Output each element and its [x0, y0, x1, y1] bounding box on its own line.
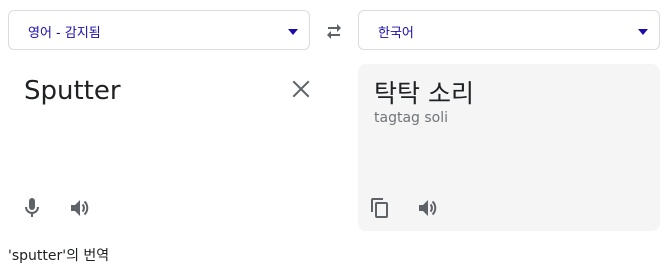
- swap-arrows-icon: [327, 24, 341, 39]
- close-icon: [292, 80, 310, 98]
- target-listen-button[interactable]: [416, 196, 440, 220]
- chevron-down-icon: [288, 29, 298, 35]
- target-panel: 탁탁 소리 tagtag soli: [358, 64, 660, 231]
- clear-source-button[interactable]: [288, 76, 314, 102]
- chevron-down-icon: [638, 29, 648, 35]
- target-language-select[interactable]: 한국어: [358, 10, 660, 50]
- source-panel: Sputter: [8, 64, 318, 232]
- translation-of-label: 'sputter'의 번역: [8, 248, 110, 264]
- source-text-input[interactable]: Sputter: [24, 76, 121, 106]
- copy-icon: [371, 198, 388, 218]
- speaker-icon: [71, 200, 89, 216]
- source-language-label: 영어 - 감지됨: [28, 26, 101, 41]
- speaker-icon: [419, 200, 437, 216]
- microphone-icon: [25, 198, 39, 217]
- translation-widget: 영어 - 감지됨 한국어 Sputter 탁탁 소리 tagtag soli '…: [0, 0, 663, 269]
- transliteration-text: tagtag soli: [374, 110, 448, 126]
- target-language-label: 한국어: [378, 26, 414, 41]
- translation-text: 탁탁 소리: [374, 79, 474, 108]
- source-language-select[interactable]: 영어 - 감지됨: [8, 10, 310, 50]
- microphone-button[interactable]: [20, 196, 44, 220]
- swap-languages-button[interactable]: [320, 18, 348, 46]
- copy-translation-button[interactable]: [368, 196, 392, 220]
- source-listen-button[interactable]: [68, 196, 92, 220]
